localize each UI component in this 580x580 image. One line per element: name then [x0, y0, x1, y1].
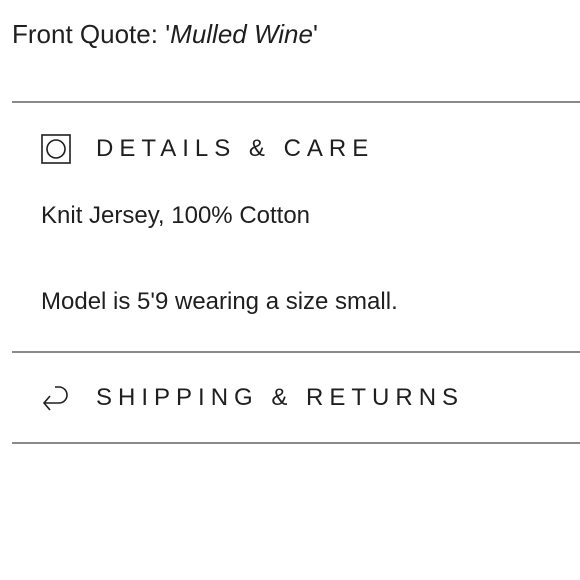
divider-top [12, 101, 580, 103]
front-quote-text: Front Quote: 'Mulled Wine' [12, 16, 318, 52]
details-care-toggle[interactable]: DETAILS & CARE [41, 132, 374, 166]
quote-prefix: Front Quote: [12, 19, 166, 49]
quote-italic-text: Mulled Wine [170, 19, 313, 49]
divider-middle [12, 351, 580, 353]
shipping-returns-title: SHIPPING & RETURNS [96, 384, 465, 411]
shipping-returns-toggle[interactable]: SHIPPING & RETURNS [41, 381, 464, 415]
model-info-text: Model is 5'9 wearing a size small. [41, 288, 398, 315]
quote-close-mark: ' [312, 19, 318, 49]
return-arrow-icon [41, 383, 71, 413]
details-care-title: DETAILS & CARE [96, 135, 375, 162]
washing-care-icon [41, 134, 71, 164]
divider-bottom [12, 442, 580, 444]
material-text: Knit Jersey, 100% Cotton [41, 202, 311, 229]
